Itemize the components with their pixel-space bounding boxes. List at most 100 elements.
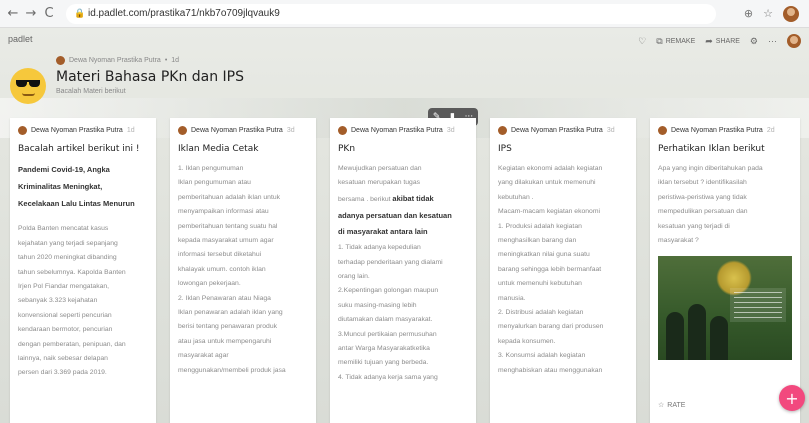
- post-line: mempedulikan persatuan dan: [658, 208, 748, 216]
- bookmark-star-icon[interactable]: ☆: [763, 7, 773, 20]
- post-bold-line: Pandemi Covid-19, Angka: [18, 165, 110, 174]
- post-line: informasi tersebut diketahui: [178, 251, 262, 259]
- post-line: persen dari 3.369 pada 2019.: [18, 369, 107, 377]
- post-line: menyampaikan informasi atau: [178, 208, 269, 216]
- padlet-toolbar: ♡ ⧉ REMAKE ➦ SHARE ⚙ ···: [638, 34, 801, 48]
- post-line: masyarakat agar: [178, 352, 229, 360]
- post-line: pemberitahuan adalah iklan untuk: [178, 193, 281, 201]
- post-body: 1. Iklan pengumuman Iklan pengumuman ata…: [170, 158, 316, 378]
- padlet-title: Materi Bahasa PKn dan IPS: [56, 69, 245, 85]
- user-avatar[interactable]: [787, 34, 801, 48]
- author-avatar: [56, 56, 65, 65]
- post-line: 1. Produksi adalah kegiatan: [498, 222, 582, 230]
- address-bar[interactable]: 🔒 id.padlet.com/prastika71/nkb7o709jlqva…: [66, 3, 716, 24]
- remake-label: REMAKE: [665, 37, 696, 45]
- share-button[interactable]: ➦ SHARE: [705, 36, 740, 47]
- remake-icon: ⧉: [656, 35, 663, 46]
- post-line: khalayak umum. contoh iklan: [178, 265, 266, 273]
- post-line: Apa yang ingin diberitahukan pada: [658, 165, 763, 172]
- poster-text-block: [730, 288, 786, 323]
- reload-icon[interactable]: C: [40, 5, 58, 23]
- post-card[interactable]: Dewa Nyoman Prastika Putra 2d Perhatikan…: [650, 118, 800, 423]
- post-line: iklan tersebut ? identifikasilah: [658, 179, 747, 187]
- post-title: PKn: [338, 144, 356, 154]
- post-bold-text: akibat tidak: [392, 193, 434, 203]
- remake-button[interactable]: ⧉ REMAKE: [656, 36, 695, 47]
- post-line: terhadap penderitaan yang dialami: [338, 258, 443, 266]
- heart-icon[interactable]: ♡: [638, 36, 646, 47]
- settings-gear-icon[interactable]: ⚙: [750, 36, 758, 47]
- post-line: Polda Banten mencatat kasus: [18, 225, 109, 233]
- post-card[interactable]: Dewa Nyoman Prastika Putra 3d Iklan Medi…: [170, 118, 316, 423]
- poster-image[interactable]: [658, 256, 792, 361]
- post-header: Dewa Nyoman Prastika Putra 1d: [10, 118, 156, 135]
- post-line: menggunakan/membeli produk jasa: [178, 366, 286, 374]
- post-ago: 1d: [126, 127, 135, 134]
- author-avatar: [658, 126, 667, 135]
- post-line: 1. Iklan pengumuman: [178, 165, 244, 172]
- post-header: Dewa Nyoman Prastika Putra 2d: [650, 118, 800, 135]
- padlet-wall: padlet ♡ ⧉ REMAKE ➦ SHARE ⚙ ··· Dewa Nyo…: [0, 28, 809, 423]
- padlet-logo[interactable]: padlet: [8, 34, 33, 44]
- author-avatar: [498, 126, 507, 135]
- post-ago: 3d: [286, 127, 295, 134]
- translate-icon[interactable]: ⊕: [744, 7, 753, 20]
- post-line: 4. Tidak adanya kerja sama yang: [338, 373, 438, 381]
- post-line: menghasilkan barang dan: [498, 237, 577, 245]
- browser-toolbar: ← → C 🔒 id.padlet.com/prastika71/nkb7o70…: [0, 0, 809, 28]
- post-line: atau jasa untuk mempengaruhi: [178, 337, 272, 345]
- url-text[interactable]: id.padlet.com/prastika71/nkb7o709jlqvauk…: [88, 8, 280, 19]
- post-author: Dewa Nyoman Prastika Putra: [671, 127, 763, 134]
- post-line: untuk memenuhi kebutuhan: [498, 280, 582, 288]
- post-line: meningkatkan nilai guna suatu: [498, 251, 590, 259]
- padlet-subtitle: Bacalah Materi berikut: [56, 88, 126, 95]
- post-title: Iklan Media Cetak: [178, 144, 259, 154]
- post-card[interactable]: Dewa Nyoman Prastika Putra 3d IPS Kegiat…: [490, 118, 636, 423]
- post-line: konvensional seperti pencurian: [18, 311, 112, 319]
- post-bold-line: adanya persatuan dan kesatuan: [338, 210, 452, 220]
- post-line: 2.Kepentingan golongan maupun: [338, 287, 439, 295]
- back-icon[interactable]: ←: [4, 5, 22, 23]
- figure-silhouette: [666, 312, 684, 361]
- post-author: Dewa Nyoman Prastika Putra: [511, 127, 603, 134]
- post-bold-line: di masyarakat antara lain: [338, 227, 428, 237]
- add-post-button[interactable]: +: [779, 385, 805, 411]
- post-body: Pandemi Covid-19, Angka Kriminalitas Men…: [10, 158, 156, 381]
- post-title: IPS: [498, 144, 512, 154]
- post-line: Irjen Pol Fiandar mengatakan,: [18, 283, 110, 291]
- post-card[interactable]: Dewa Nyoman Prastika Putra 1d Bacalah ar…: [10, 118, 156, 423]
- post-line: antar Warga Masyarakatketika: [338, 345, 430, 353]
- post-line: berisi tentang penawaran produk: [178, 323, 277, 331]
- figure-silhouette: [688, 304, 706, 361]
- post-header: Dewa Nyoman Prastika Putra 3d: [330, 118, 476, 135]
- post-body: Apa yang ingin diberitahukan pada iklan …: [650, 158, 800, 248]
- post-line: peristiwa-peristiwa yang tidak: [658, 193, 747, 201]
- share-icon: ➦: [705, 35, 713, 46]
- profile-avatar[interactable]: [783, 5, 799, 22]
- sunglasses-emoji-icon: [10, 68, 46, 104]
- post-bold-line: Kecelakaan Lalu Lintas Menurun: [18, 198, 135, 208]
- author-avatar: [18, 126, 27, 135]
- forward-icon[interactable]: →: [22, 5, 40, 23]
- more-icon[interactable]: ···: [768, 36, 777, 46]
- post-line: 3.Muncul pertikaian permusuhan: [338, 330, 437, 338]
- post-title: Perhatikan Iklan berikut: [658, 144, 765, 154]
- post-line: barang sehingga lebih bermanfaat: [498, 265, 602, 273]
- post-line: sebanyak 3.323 kejahatan: [18, 297, 98, 305]
- post-line: tahun sebelumnya. Kapolda Banten: [18, 268, 126, 276]
- post-line: 2. Distribusi adalah kegiatan: [498, 309, 584, 317]
- rate-button[interactable]: ☆ RATE: [658, 401, 686, 410]
- figure-silhouette: [710, 316, 728, 361]
- share-label: SHARE: [715, 37, 740, 45]
- post-line: menyalurkan barang dari produsen: [498, 323, 604, 331]
- post-header: Dewa Nyoman Prastika Putra 3d: [490, 118, 636, 135]
- author-avatar: [338, 126, 347, 135]
- star-icon: ☆: [658, 402, 665, 409]
- post-card[interactable]: Dewa Nyoman Prastika Putra 3d PKn Mewuju…: [330, 118, 476, 423]
- post-line: Kegiatan ekonomi adalah kegiatan: [498, 165, 603, 172]
- header-author: Dewa Nyoman Prastika Putra: [69, 57, 161, 64]
- post-line: dengan pemberatan, penipuan, dan: [18, 340, 126, 348]
- post-line: kesatuan merupakan tugas: [338, 179, 420, 187]
- rate-label: RATE: [667, 401, 686, 409]
- post-author: Dewa Nyoman Prastika Putra: [31, 127, 123, 134]
